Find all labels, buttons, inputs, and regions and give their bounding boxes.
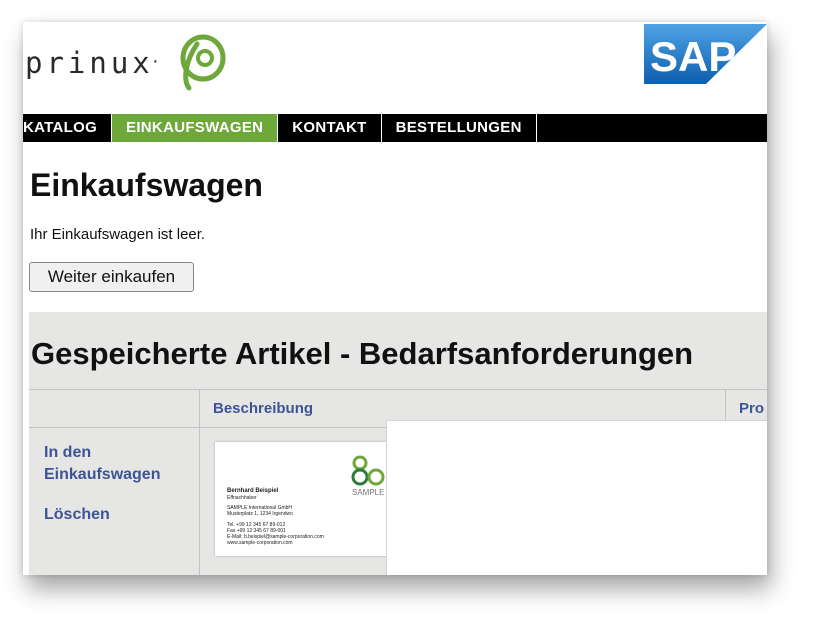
nav-katalog[interactable]: KATALOG — [23, 114, 113, 142]
add-to-cart-link[interactable]: In den Einkaufswagen — [44, 442, 184, 486]
nav-bestellungen[interactable]: BESTELLUNGEN — [382, 114, 537, 142]
nav-kontakt[interactable]: KONTAKT — [278, 114, 382, 142]
sap-logo-text: SAP — [650, 33, 736, 80]
logo-wordmark: prinux — [25, 46, 154, 80]
card-name: Bernhard Beispiel — [227, 488, 279, 494]
column-header-beschreibung[interactable]: Beschreibung — [213, 400, 313, 417]
card-role: Effnachhaber — [227, 495, 257, 501]
continue-shopping-button[interactable]: Weiter einkaufen — [29, 262, 194, 292]
delete-link[interactable]: Löschen — [44, 504, 110, 526]
column-header-pro[interactable]: Pro — [739, 400, 764, 417]
card-address: Musterplatz 1, 1234 Irgendwo — [227, 511, 293, 517]
cart-empty-message: Ihr Einkaufswagen ist leer. — [30, 226, 206, 243]
card-brand: SAMPLE — [352, 488, 385, 497]
card-web: www.sample-corporation.com — [227, 540, 293, 546]
page-title: Einkaufswagen — [30, 167, 263, 203]
column-divider — [199, 389, 200, 575]
logo-trademark-dot: · — [152, 50, 159, 72]
business-card-thumbnail[interactable]: SAMPLE Bernhard Beispiel Effnachhaber SA… — [215, 442, 391, 556]
prinux-p-logo-icon — [180, 34, 226, 91]
main-navigation: KATALOG EINKAUFSWAGEN KONTAKT BESTELLUNG… — [23, 114, 767, 142]
sample-logo-icon — [351, 455, 385, 486]
overlay-panel — [386, 420, 767, 575]
saved-items-title: Gespeicherte Artikel - Bedarfsanforderun… — [31, 336, 694, 371]
nav-einkaufswagen[interactable]: EINKAUFSWAGEN — [112, 114, 279, 142]
sap-logo-icon[interactable]: SAP — [644, 24, 767, 84]
browser-viewport: prinux · SAP KATALOG EINKAUFSWAGEN KONTA… — [23, 22, 767, 575]
